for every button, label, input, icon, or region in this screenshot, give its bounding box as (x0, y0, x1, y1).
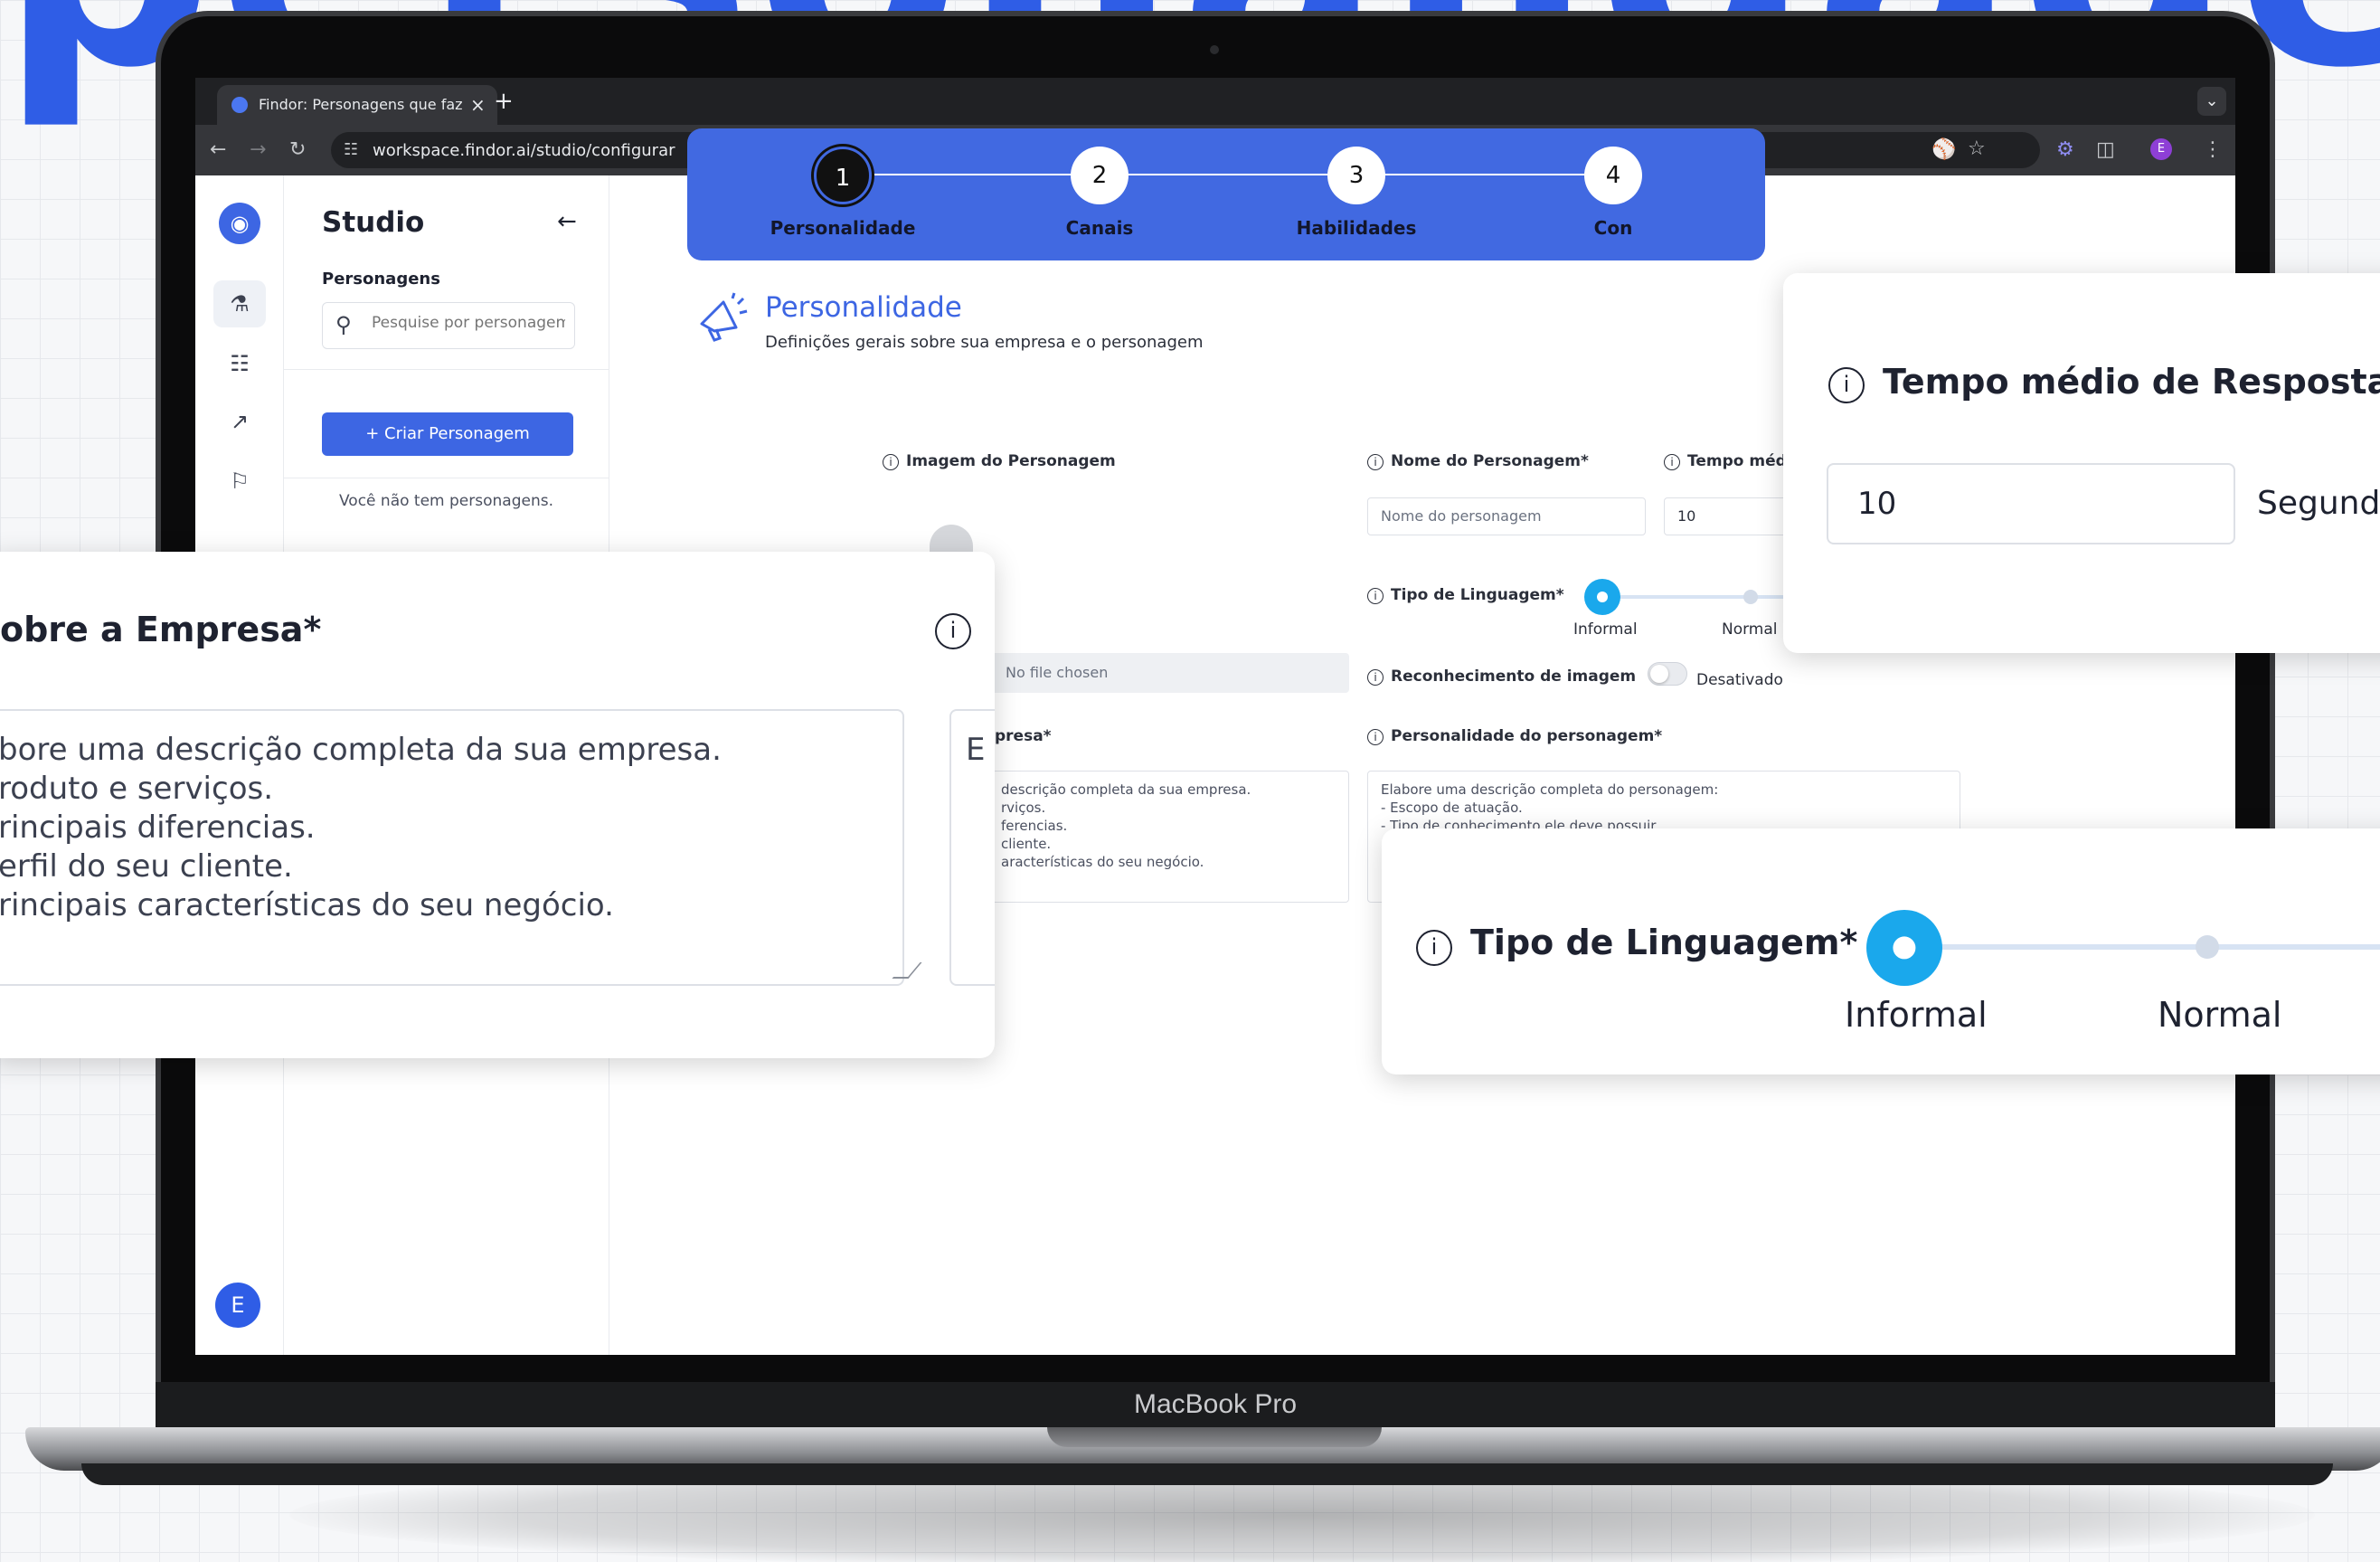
info-icon: i (1367, 669, 1384, 686)
camera (1210, 45, 1219, 54)
zoom-tempo-input[interactable]: 10 (1827, 463, 2235, 544)
empty-state-text: Você não tem personagens. (339, 492, 553, 510)
create-character-button[interactable]: + Criar Personagem (322, 412, 573, 456)
file-input[interactable]: No file chosen (982, 653, 1349, 693)
section-subtitle: Definições gerais sobre sua empresa e o … (765, 333, 1204, 352)
extension-gear-icon[interactable]: ⚙ (2056, 137, 2074, 163)
laptop-brand: MacBook Pro (1133, 1389, 1298, 1419)
info-icon: i (1367, 588, 1384, 604)
zoom-card-tipo: i Tipo de Linguagem* Informal Normal (1382, 828, 2380, 1074)
search-box: ⚲ (322, 302, 575, 349)
chat-bubbles-icon[interactable]: ☷ (213, 340, 266, 387)
site-settings-icon[interactable]: ☷ (344, 140, 358, 159)
zoom-slider-track[interactable] (1924, 944, 2380, 950)
zoom-slider-stop[interactable] (2196, 935, 2219, 959)
step-label-3: Habilidades (1296, 217, 1417, 239)
name-label: i Nome do Personagem* (1367, 452, 1589, 470)
sidebar-title: Studio (322, 206, 425, 239)
step-label-1: Personalidade (770, 217, 916, 239)
slider-option-normal: Normal (1722, 620, 1778, 639)
favicon-icon (231, 97, 248, 113)
tempo-input[interactable]: 10 (1664, 497, 1790, 535)
zoom-tempo-label: Tempo médio de Resposta* (1883, 362, 2380, 402)
zoom-slider-knob[interactable] (1866, 910, 1942, 986)
personagens-label: Personagens (322, 270, 440, 289)
image-label: i Imagem do Personagem (883, 452, 1116, 470)
step-1[interactable]: 1 (814, 147, 872, 204)
step-label-4: Con (1593, 217, 1633, 239)
info-icon: i (935, 613, 971, 649)
name-input[interactable]: Nome do personagem (1367, 497, 1646, 535)
empresa-label: presa* (995, 727, 1052, 745)
zoom-option-informal: Informal (1845, 995, 1988, 1035)
user-avatar[interactable]: E (215, 1283, 260, 1328)
new-tab-button[interactable]: + (494, 87, 514, 116)
step-2[interactable]: 2 (1071, 147, 1129, 204)
info-icon: i (1367, 729, 1384, 745)
zoom-empresa-label: obre a Empresa* (0, 610, 322, 649)
url-text: workspace.findor.ai/studio/configurar (373, 141, 675, 160)
tab-bar: Findor: Personagens que faz × + ⌄ (195, 78, 2235, 125)
zoom-card-empresa: obre a Empresa* i bore uma descrição com… (0, 552, 995, 1058)
info-icon: i (1367, 454, 1384, 470)
step-3[interactable]: 3 (1327, 147, 1385, 204)
step-label-2: Canais (1065, 217, 1134, 239)
zoom-tempo-unit: Segund (2257, 485, 2380, 522)
personalidade-label: i Personalidade do personagem* (1367, 727, 1662, 745)
close-tab-icon[interactable]: × (470, 92, 486, 118)
section-title: Personalidade (765, 291, 962, 324)
slider-stop[interactable] (1743, 590, 1758, 604)
divider (284, 369, 609, 370)
laptop-notch (1047, 1427, 1382, 1447)
back-arrow-icon[interactable]: ← (210, 137, 226, 163)
step-4[interactable]: 4 (1584, 147, 1642, 204)
forward-arrow-icon[interactable]: → (250, 137, 266, 163)
browser-tab[interactable]: Findor: Personagens que faz × (217, 85, 497, 125)
tempo-label: i Tempo méd (1664, 452, 1787, 470)
info-icon: i (1416, 930, 1452, 966)
reload-icon[interactable]: ↻ (289, 137, 306, 163)
zoom-tipo-label: Tipo de Linguagem* (1470, 923, 1858, 962)
users-logo-icon[interactable]: ◉ (219, 203, 260, 244)
extensions-puzzle-icon[interactable]: ◫ (2096, 137, 2115, 163)
zoom-empresa-textarea[interactable]: bore uma descrição completa da sua empre… (0, 709, 904, 986)
language-slider-knob[interactable] (1584, 579, 1620, 615)
search-input[interactable] (372, 314, 565, 332)
slider-option-informal: Informal (1573, 620, 1638, 639)
zoom-card-tempo: i Tempo médio de Resposta* 10 Segund (1783, 273, 2380, 653)
reconhecimento-label: i Reconhecimento de imagem (1367, 667, 1636, 686)
lab-flask-icon[interactable]: ⚗ (213, 280, 266, 327)
collapse-arrow-icon[interactable]: ← (557, 208, 577, 235)
password-key-icon[interactable]: ⚾ (1931, 137, 1956, 163)
zoom-option-normal: Normal (2158, 995, 2282, 1035)
profile-avatar[interactable]: E (2150, 138, 2172, 160)
info-icon: i (1664, 454, 1680, 470)
browser-menu-icon[interactable]: ⋮ (2203, 137, 2223, 163)
bookmark-star-icon[interactable]: ☆ (1968, 137, 1986, 162)
tab-search-icon[interactable]: ⌄ (2197, 87, 2226, 116)
info-icon: i (1828, 367, 1865, 403)
empresa-textarea[interactable]: descrição completa da sua empresa. rviço… (987, 771, 1349, 903)
megaphone-icon (700, 292, 748, 342)
stepper-line (841, 174, 1619, 175)
zoom-partial-field[interactable]: E (949, 709, 995, 986)
megaphone-icon[interactable]: ⚐ (213, 458, 266, 505)
language-slider-track[interactable] (1602, 595, 1792, 599)
tab-title: Findor: Personagens que faz (259, 96, 463, 113)
stepper: 1 2 3 4 Personalidade Canais Habilidades… (687, 128, 1765, 260)
toggle-status: Desativado (1696, 671, 1783, 689)
search-icon: ⚲ (335, 312, 352, 337)
info-icon: i (883, 454, 899, 470)
laptop-base-bottom (81, 1463, 2333, 1485)
tipo-label: i Tipo de Linguagem* (1367, 586, 1564, 604)
image-recognition-toggle[interactable] (1648, 662, 1687, 686)
chart-line-icon[interactable]: ↗ (213, 398, 266, 445)
